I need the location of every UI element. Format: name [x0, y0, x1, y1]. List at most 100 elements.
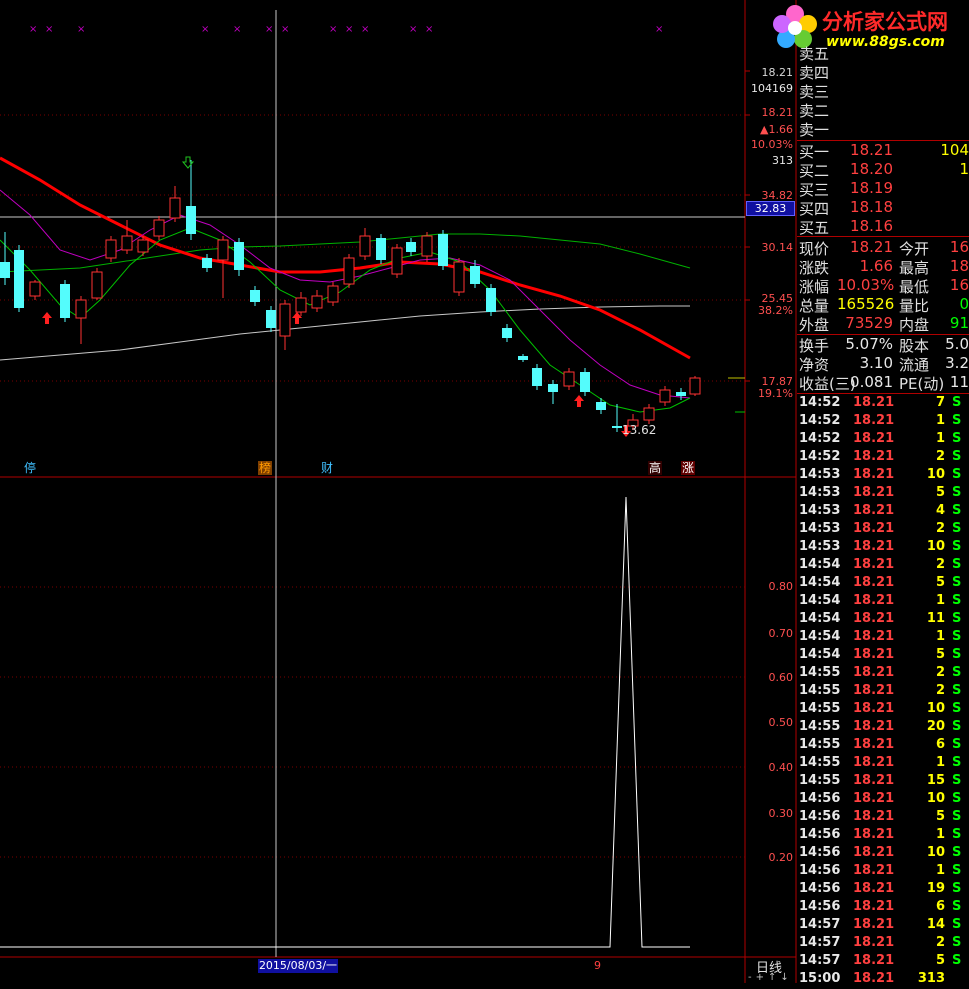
- candle-body: [486, 288, 496, 312]
- quote-row[interactable]: 总量 165526 量比 0: [797, 295, 969, 315]
- tick-row[interactable]: 14:53 18.21 10 S: [797, 539, 969, 557]
- tick-row[interactable]: 14:55 18.21 2 S: [797, 683, 969, 701]
- event-marker[interactable]: 涨: [681, 461, 695, 475]
- tick-price: 18.21: [853, 935, 895, 950]
- tick-volume: 1: [935, 431, 945, 446]
- quote-value: 18: [949, 257, 969, 275]
- tick-row[interactable]: 14:57 18.21 14 S: [797, 917, 969, 935]
- scroll-left-icon[interactable]: ↑: [768, 972, 780, 983]
- quote-row[interactable]: 涨跌 1.66 最高 18: [797, 257, 969, 277]
- quote-label: 量比: [899, 297, 930, 315]
- ask-row[interactable]: 卖五: [797, 43, 969, 63]
- tick-row[interactable]: 14:54 18.21 5 S: [797, 647, 969, 665]
- tick-row[interactable]: 14:52 18.21 1 S: [797, 413, 969, 431]
- event-marker[interactable]: 财: [320, 461, 334, 475]
- tick-row[interactable]: 14:53 18.21 2 S: [797, 521, 969, 539]
- tick-volume: 5: [935, 953, 945, 968]
- event-marker[interactable]: 停: [23, 461, 37, 475]
- ask-row[interactable]: 卖一: [797, 119, 969, 139]
- indicator-tick-label: 0.40: [768, 761, 794, 774]
- quote-row[interactable]: 外盘 73529 内盘 91: [797, 314, 969, 334]
- quote-row[interactable]: 涨幅 10.03% 最低 16: [797, 276, 969, 296]
- low-price-label: 13.62: [622, 423, 657, 437]
- tick-row[interactable]: 14:55 18.21 2 S: [797, 665, 969, 683]
- tick-row[interactable]: 14:54 18.21 11 S: [797, 611, 969, 629]
- bid-label: 买二: [799, 162, 830, 180]
- quote-value: 0: [959, 295, 969, 313]
- quote-row[interactable]: 现价 18.21 今开 16: [797, 238, 969, 258]
- tick-row[interactable]: 14:57 18.21 5 S: [797, 953, 969, 971]
- tick-row[interactable]: 14:56 18.21 19 S: [797, 881, 969, 899]
- fundamental-value: 3.10: [859, 354, 893, 372]
- indicator-line: [0, 496, 690, 948]
- tick-row[interactable]: 14:56 18.21 5 S: [797, 809, 969, 827]
- tick-row[interactable]: 14:52 18.21 1 S: [797, 431, 969, 449]
- bid-row[interactable]: 买四 18.18: [797, 198, 969, 218]
- tick-side: S: [952, 881, 962, 896]
- scroll-controls[interactable]: -+↑↓: [748, 972, 796, 983]
- tick-row[interactable]: 14:55 18.21 10 S: [797, 701, 969, 719]
- ask-row[interactable]: 卖三: [797, 81, 969, 101]
- zoom-in-icon[interactable]: +: [756, 972, 768, 983]
- candle-body: [406, 242, 416, 252]
- event-marker[interactable]: 高: [648, 461, 662, 475]
- fundamental-row[interactable]: 换手 5.07% 股本 5.0: [797, 335, 969, 355]
- tick-row[interactable]: 14:56 18.21 6 S: [797, 899, 969, 917]
- candle-body: [421, 235, 433, 257]
- tick-price: 18.21: [853, 755, 895, 770]
- candlesticks: [0, 160, 701, 432]
- fundamental-value: 11: [949, 373, 969, 391]
- bid-row[interactable]: 买一 18.21 104: [797, 141, 969, 161]
- tick-row[interactable]: 14:52 18.21 7 S: [797, 395, 969, 413]
- bid-row[interactable]: 买三 18.19: [797, 179, 969, 199]
- ask-row[interactable]: 卖二: [797, 100, 969, 120]
- price-tick-label: 313: [772, 154, 793, 167]
- tick-row[interactable]: 14:55 18.21 6 S: [797, 737, 969, 755]
- bid-row[interactable]: 买五 18.16: [797, 217, 969, 237]
- tick-volume: 1: [935, 593, 945, 608]
- tick-row[interactable]: 14:56 18.21 1 S: [797, 863, 969, 881]
- tick-time: 14:54: [799, 647, 841, 662]
- tick-time: 14:55: [799, 719, 841, 734]
- fundamental-value: 5.0: [945, 335, 969, 353]
- tick-row[interactable]: 14:55 18.21 15 S: [797, 773, 969, 791]
- tick-row[interactable]: 14:55 18.21 20 S: [797, 719, 969, 737]
- quote-label: 涨跌: [799, 259, 830, 277]
- quote-value: 1.66: [859, 257, 893, 275]
- svg-text:×: ×: [345, 24, 353, 35]
- candle-body: [266, 310, 276, 328]
- tick-volume: 10: [926, 845, 945, 860]
- scroll-right-icon[interactable]: ↓: [780, 972, 792, 983]
- bid-price: 18.16: [850, 217, 893, 235]
- candle-body: [518, 356, 528, 360]
- bid-row[interactable]: 买二 18.20 1: [797, 160, 969, 180]
- tick-row[interactable]: 14:57 18.21 2 S: [797, 935, 969, 953]
- tick-row[interactable]: 14:56 18.21 10 S: [797, 791, 969, 809]
- zoom-out-icon[interactable]: -: [748, 972, 756, 983]
- tick-row[interactable]: 14:54 18.21 5 S: [797, 575, 969, 593]
- tick-price: 18.21: [853, 431, 895, 446]
- tick-row[interactable]: 14:54 18.21 1 S: [797, 629, 969, 647]
- tick-side: S: [952, 611, 962, 626]
- tick-row[interactable]: 14:53 18.21 10 S: [797, 467, 969, 485]
- tick-row[interactable]: 15:00 18.21 313: [797, 971, 969, 989]
- candle-body: [234, 242, 244, 270]
- ask-row[interactable]: 卖四: [797, 62, 969, 82]
- candle-body: [105, 239, 117, 259]
- tick-row[interactable]: 14:54 18.21 2 S: [797, 557, 969, 575]
- fundamental-value: 0.081: [850, 373, 893, 391]
- tick-row[interactable]: 14:52 18.21 2 S: [797, 449, 969, 467]
- tick-row[interactable]: 14:56 18.21 10 S: [797, 845, 969, 863]
- tick-volume: 6: [935, 737, 945, 752]
- tick-volume: 20: [926, 719, 945, 734]
- fundamental-row[interactable]: 收益(三) 0.081 PE(动) 11: [797, 373, 969, 393]
- tick-row[interactable]: 14:53 18.21 4 S: [797, 503, 969, 521]
- tick-row[interactable]: 14:53 18.21 5 S: [797, 485, 969, 503]
- event-marker[interactable]: 榜: [258, 461, 272, 475]
- fundamental-row[interactable]: 净资 3.10 流通 3.2: [797, 354, 969, 374]
- tick-row[interactable]: 14:56 18.21 1 S: [797, 827, 969, 845]
- tick-row[interactable]: 14:54 18.21 1 S: [797, 593, 969, 611]
- tick-time: 14:55: [799, 755, 841, 770]
- candle-body: [91, 271, 103, 299]
- tick-row[interactable]: 14:55 18.21 1 S: [797, 755, 969, 773]
